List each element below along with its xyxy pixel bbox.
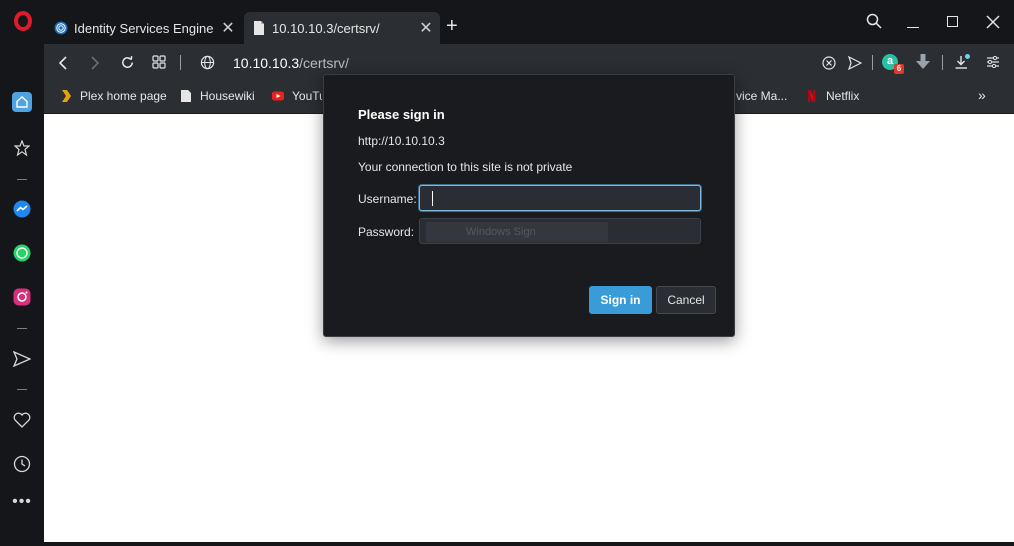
send-icon[interactable] xyxy=(848,56,862,70)
username-label: Username: xyxy=(358,192,417,206)
bookmark-netflix[interactable]: Netflix xyxy=(806,89,859,103)
downloads-icon[interactable] xyxy=(954,54,970,70)
instagram-icon[interactable] xyxy=(12,287,32,307)
password-label: Password: xyxy=(358,225,415,239)
bookmark-plex[interactable]: Plex home page xyxy=(60,89,167,103)
password-input[interactable]: Windows Sign xyxy=(419,218,701,244)
page-icon xyxy=(254,21,264,35)
close-window-icon[interactable] xyxy=(986,15,1000,29)
browser-window: Identity Services Engine ✕ 10.10.10.3/ce… xyxy=(0,0,1014,546)
bookmark-service-manager[interactable]: vice Ma... xyxy=(736,89,787,103)
bookmark-label: vice Ma... xyxy=(736,89,788,103)
maximize-icon[interactable] xyxy=(947,16,958,27)
dialog-warning: Your connection to this site is not priv… xyxy=(358,160,573,174)
reload-icon[interactable] xyxy=(120,55,135,70)
toolbar-divider xyxy=(180,55,181,70)
whatsapp-icon[interactable] xyxy=(12,243,32,263)
toolbar-divider xyxy=(872,55,873,70)
sign-in-dialog: Please sign in http://10.10.10.3 Your co… xyxy=(323,74,735,337)
bookmark-label: Netflix xyxy=(826,89,860,103)
bookmark-label: Plex home page xyxy=(80,89,167,103)
address-bar[interactable]: 10.10.10.3/certsrv/ xyxy=(233,55,349,71)
tab-bar: Identity Services Engine ✕ 10.10.10.3/ce… xyxy=(0,0,1014,44)
page-icon xyxy=(181,90,191,102)
flow-send-icon[interactable] xyxy=(12,349,32,369)
tab-label: 10.10.10.3/certsrv/ xyxy=(272,20,380,36)
dialog-title: Please sign in xyxy=(358,107,445,122)
extension-badge: 6 xyxy=(894,64,904,74)
cancel-button[interactable]: Cancel xyxy=(656,286,716,314)
minimize-icon[interactable] xyxy=(907,27,919,28)
password-autofill-suggestion[interactable]: Windows Sign xyxy=(426,222,608,242)
close-tab-icon[interactable]: ✕ xyxy=(416,18,436,38)
fingerprint-icon xyxy=(54,21,68,35)
home-icon[interactable] xyxy=(12,92,32,112)
globe-icon[interactable] xyxy=(200,55,215,70)
easy-setup-icon[interactable] xyxy=(986,56,1000,68)
bookmark-label: Housewiki xyxy=(200,89,255,103)
text-caret xyxy=(432,191,433,206)
bookmark-youtube[interactable]: YouTu xyxy=(272,89,322,103)
netflix-icon xyxy=(808,90,816,102)
new-tab-button[interactable]: + xyxy=(446,16,458,36)
opera-menu-icon[interactable] xyxy=(14,11,32,31)
plex-icon xyxy=(62,90,71,102)
autofill-hint: Windows Sign xyxy=(466,226,536,238)
adblock-icon[interactable] xyxy=(822,56,836,70)
close-tab-icon[interactable]: ✕ xyxy=(218,18,238,38)
bookmarks-star-icon[interactable] xyxy=(12,138,32,158)
tab-label: Identity Services Engine xyxy=(74,20,214,36)
tab-certsrv[interactable]: 10.10.10.3/certsrv/ ✕ xyxy=(244,12,440,44)
toolbar-divider xyxy=(942,55,943,70)
tab-identity-services-engine[interactable]: Identity Services Engine ✕ xyxy=(46,12,242,44)
heart-icon[interactable] xyxy=(12,410,32,430)
bookmark-housewiki[interactable]: Housewiki xyxy=(180,89,255,103)
history-clock-icon[interactable] xyxy=(12,454,32,474)
back-icon[interactable] xyxy=(58,56,68,70)
search-tabs-icon[interactable] xyxy=(866,13,882,29)
youtube-icon xyxy=(272,91,284,101)
download-extension-icon[interactable] xyxy=(916,54,930,70)
url-path: /certsrv/ xyxy=(299,55,349,71)
speed-dial-icon[interactable] xyxy=(152,55,166,69)
forward-icon[interactable] xyxy=(90,56,100,70)
bookmarks-more-button[interactable]: » xyxy=(978,87,986,103)
sign-in-button[interactable]: Sign in xyxy=(589,286,652,314)
window-bottom-border xyxy=(0,542,1014,546)
sidebar: ••• xyxy=(0,44,44,546)
bookmark-label: YouTu xyxy=(292,89,322,103)
dialog-origin: http://10.10.10.3 xyxy=(358,134,445,148)
messenger-icon[interactable] xyxy=(12,199,32,219)
sidebar-divider xyxy=(17,328,27,329)
sidebar-divider xyxy=(17,389,27,390)
sidebar-divider xyxy=(17,179,27,180)
username-input[interactable] xyxy=(419,185,701,211)
more-options-icon[interactable]: ••• xyxy=(12,492,32,512)
url-host: 10.10.10.3 xyxy=(233,55,300,71)
